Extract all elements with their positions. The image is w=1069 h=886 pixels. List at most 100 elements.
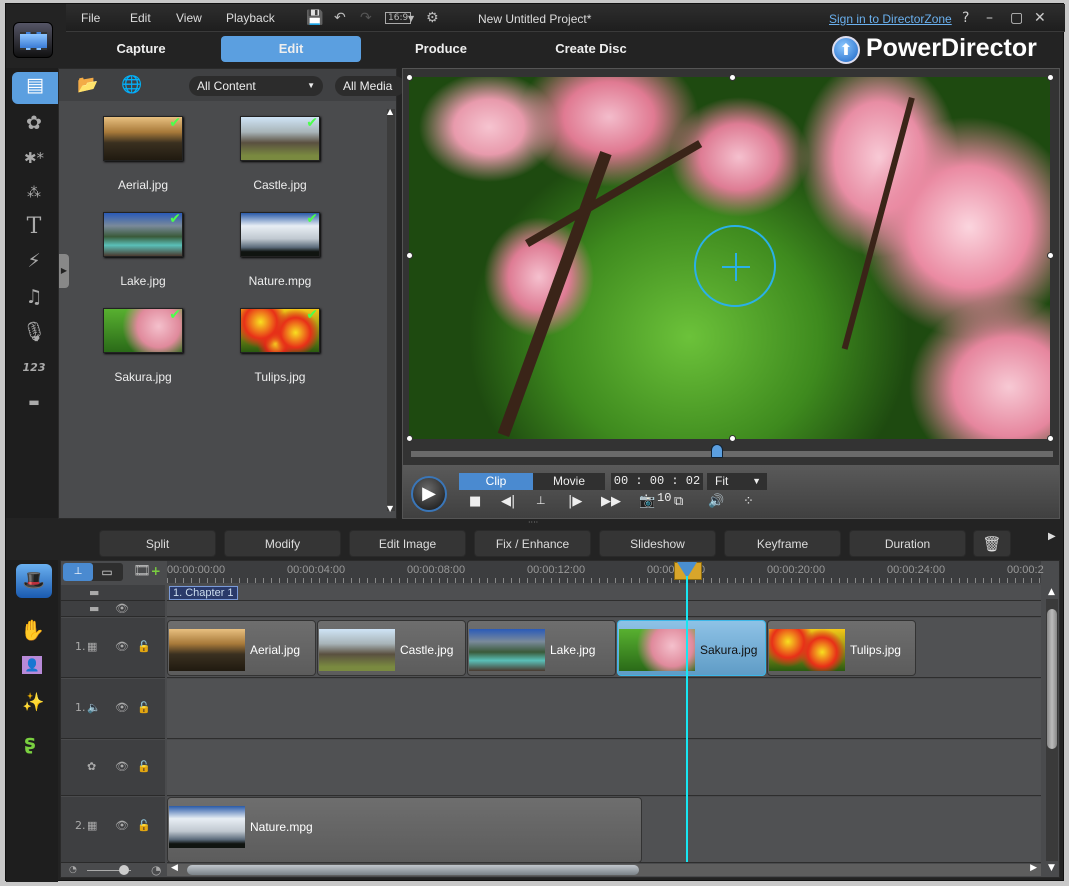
- audio-mixing-room-icon[interactable]: ♫: [16, 284, 52, 310]
- zoom-in-clock-icon[interactable]: ◔: [151, 863, 161, 877]
- help-button[interactable]: ?: [962, 10, 969, 26]
- stop-icon[interactable]: ■: [469, 494, 481, 509]
- chapter-marker[interactable]: 1. Chapter 1: [169, 586, 238, 600]
- visibility-eye-icon[interactable]: 👁: [115, 701, 129, 714]
- menu-playback[interactable]: Playback: [226, 11, 275, 25]
- lock-icon[interactable]: 🔓: [137, 760, 151, 773]
- timeline-ruler[interactable]: 00:00:00:00 00:00:04:00 00:00:08:00 00:0…: [167, 561, 1044, 583]
- undo-icon[interactable]: ↶: [334, 10, 346, 26]
- chapter-room-icon[interactable]: 123: [16, 355, 52, 381]
- position-crosshair[interactable]: [694, 225, 776, 307]
- scroll-down-icon[interactable]: ▼: [1048, 863, 1055, 873]
- resize-handle[interactable]: [1047, 252, 1054, 259]
- visibility-eye-icon[interactable]: 👁: [115, 760, 129, 773]
- delete-trash-icon[interactable]: 🗑: [973, 530, 1011, 557]
- fix-enhance-button[interactable]: Fix / Enhance: [474, 530, 591, 557]
- library-item-nature-thumbnail[interactable]: ✔: [240, 211, 320, 257]
- subtitle-room-icon[interactable]: ▬: [16, 389, 52, 415]
- library-item-sakura-thumbnail[interactable]: ✔: [103, 307, 183, 353]
- sign-in-link[interactable]: Sign in to DirectorZone: [829, 12, 952, 26]
- volume-icon[interactable]: 🔊: [708, 494, 724, 509]
- title-room-icon[interactable]: T: [16, 214, 52, 240]
- zoom-out-clock-icon[interactable]: ◔: [69, 865, 77, 875]
- library-expand-handle[interactable]: ▶: [59, 254, 69, 288]
- storyboard-view-button[interactable]: ▭: [95, 565, 119, 579]
- toolbar-more-arrow-icon[interactable]: ▶: [1048, 531, 1056, 542]
- import-folder-icon[interactable]: 📂: [77, 75, 98, 95]
- menu-edit[interactable]: Edit: [130, 11, 151, 25]
- zoom-slider-thumb[interactable]: [119, 865, 129, 875]
- keyframe-button[interactable]: Keyframe: [724, 530, 841, 557]
- scroll-down-icon[interactable]: ▼: [387, 504, 393, 513]
- timeline-clip-selected[interactable]: Sakura.jpg: [617, 620, 766, 676]
- visibility-eye-icon[interactable]: 👁: [115, 819, 129, 832]
- mark-ruler-icon[interactable]: ⊥: [536, 494, 546, 507]
- settings-gear-icon[interactable]: ⚙: [426, 10, 439, 26]
- resize-handle[interactable]: [406, 435, 413, 442]
- library-item-tulips-thumbnail[interactable]: ✔: [240, 307, 320, 353]
- resize-handle[interactable]: [729, 74, 736, 81]
- voice-over-room-icon[interactable]: 🎙: [16, 319, 52, 345]
- app-logo[interactable]: [13, 22, 53, 58]
- timecode-display[interactable]: 00 : 00 : 02 : 10: [611, 473, 703, 505]
- zoom-dropdown[interactable]: Fit ▼: [707, 473, 767, 490]
- timeline-view-button[interactable]: ⊥: [63, 563, 93, 581]
- splitter-grip[interactable]: ····: [528, 518, 538, 527]
- aspect-dropdown-icon[interactable]: ▼: [408, 14, 414, 23]
- save-icon[interactable]: 💾: [306, 10, 323, 26]
- timeline-clip[interactable]: Lake.jpg: [467, 620, 616, 676]
- snapshot-camera-icon[interactable]: 📷: [639, 494, 655, 509]
- media-filter-dropdown[interactable]: All Media: [335, 76, 405, 96]
- effect-room-icon[interactable]: ✿: [16, 110, 52, 136]
- timeline-clip[interactable]: Nature.mpg: [167, 797, 642, 863]
- library-scrollbar[interactable]: ▲ ▼: [387, 107, 395, 513]
- visibility-eye-icon[interactable]: 👁: [115, 640, 129, 653]
- resize-handle[interactable]: [1047, 74, 1054, 81]
- upgrade-arrow-icon[interactable]: ⬆: [832, 36, 860, 64]
- tab-produce[interactable]: Produce: [386, 36, 496, 62]
- pip-designer-icon[interactable]: 👤: [22, 656, 42, 674]
- modify-button[interactable]: Modify: [224, 530, 341, 557]
- transition-room-icon[interactable]: ⚡: [16, 248, 52, 274]
- content-filter-dropdown[interactable]: All Content ▼: [189, 76, 323, 96]
- scroll-thumb[interactable]: [1047, 609, 1057, 749]
- maximize-button[interactable]: ▢: [1010, 10, 1023, 26]
- timeline-clip[interactable]: Tulips.jpg: [767, 620, 916, 676]
- lock-icon[interactable]: 🔓: [137, 701, 151, 714]
- timeline-vertical-scrollbar[interactable]: ▲ ▼: [1046, 587, 1058, 873]
- magic-tools-icon[interactable]: 🎩: [16, 564, 52, 598]
- previous-frame-icon[interactable]: ◀|: [501, 494, 515, 509]
- resize-handle[interactable]: [406, 74, 413, 81]
- pip-objects-room-icon[interactable]: ✱*: [16, 145, 52, 171]
- timeline-clip[interactable]: Aerial.jpg: [167, 620, 316, 676]
- lock-icon[interactable]: 🔓: [137, 640, 151, 653]
- motion-path-icon[interactable]: ʂ: [24, 730, 36, 754]
- fast-forward-icon[interactable]: ▶▶: [601, 494, 621, 509]
- download-content-icon[interactable]: 🌐: [121, 75, 142, 95]
- tab-create-disc[interactable]: Create Disc: [536, 36, 646, 62]
- preview-seek-bar[interactable]: [411, 451, 1053, 457]
- library-item-aerial-thumbnail[interactable]: ✔: [103, 115, 183, 161]
- next-frame-icon[interactable]: |▶: [568, 494, 582, 509]
- scroll-left-icon[interactable]: ◀: [171, 863, 178, 873]
- seek-thumb[interactable]: [711, 444, 723, 458]
- slideshow-button[interactable]: Slideshow: [599, 530, 716, 557]
- split-button[interactable]: Split: [99, 530, 216, 557]
- media-room-icon[interactable]: ▤: [12, 72, 58, 104]
- resize-handle[interactable]: [406, 252, 413, 259]
- clip-mode-button[interactable]: Clip: [459, 473, 533, 490]
- library-item-castle-thumbnail[interactable]: ✔: [240, 115, 320, 161]
- scroll-up-icon[interactable]: ▲: [387, 107, 393, 116]
- more-options-icon[interactable]: ⁘: [743, 494, 754, 509]
- play-button[interactable]: ▶: [411, 476, 447, 512]
- scroll-thumb[interactable]: [187, 865, 639, 875]
- track-manager-icon[interactable]: 🎞+: [133, 563, 161, 579]
- library-item-lake-thumbnail[interactable]: ✔: [103, 211, 183, 257]
- playhead-line[interactable]: [686, 576, 688, 862]
- menu-file[interactable]: File: [81, 11, 100, 25]
- magic-wand-icon[interactable]: ✨: [22, 692, 44, 713]
- lock-icon[interactable]: 🔓: [137, 819, 151, 832]
- scroll-right-icon[interactable]: ▶: [1030, 863, 1037, 873]
- particle-room-icon[interactable]: ⁂: [16, 180, 52, 206]
- duration-button[interactable]: Duration: [849, 530, 966, 557]
